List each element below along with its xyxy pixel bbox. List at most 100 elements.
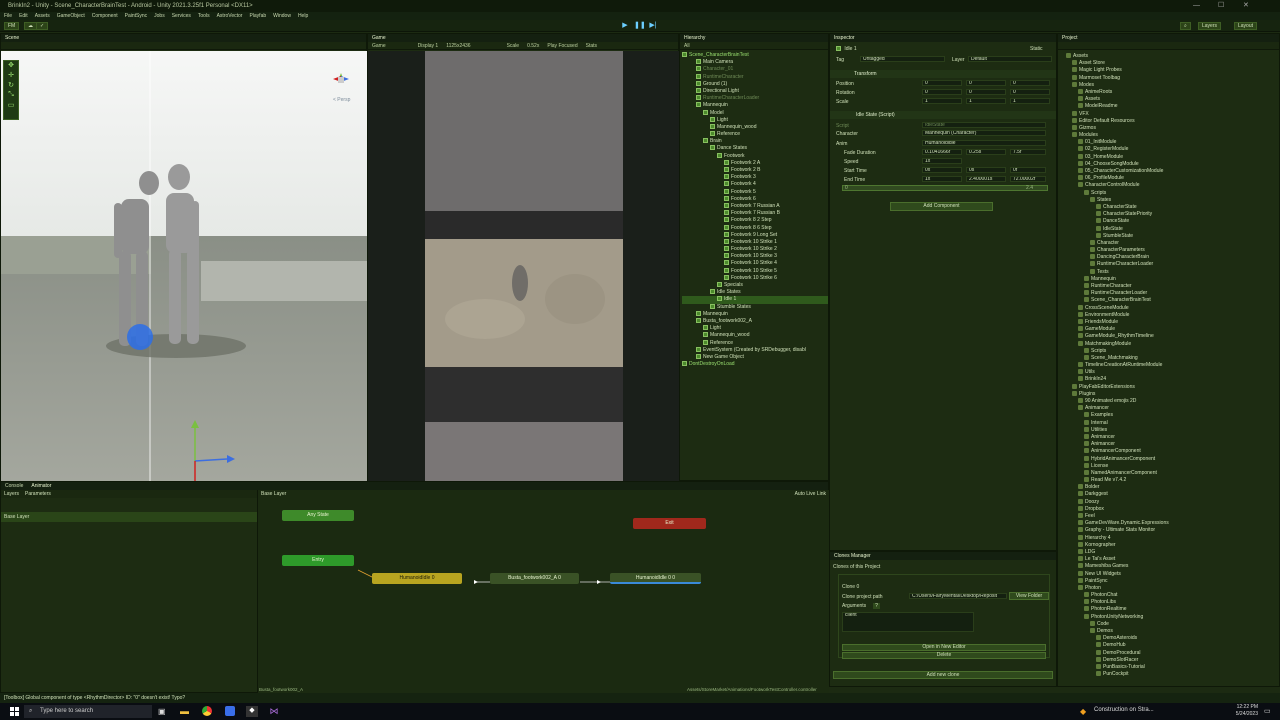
hierarchy-item[interactable]: Footwork 7 Russian A — [682, 202, 828, 210]
state-humanoididle-0-0[interactable]: HumanoidIdle 0 0 — [610, 573, 701, 584]
menu-astrovector[interactable]: AstroVector — [217, 12, 243, 20]
project-item[interactable]: Scripts — [1066, 347, 1278, 355]
project-item[interactable]: Internal — [1066, 419, 1278, 427]
tab-layers[interactable]: Layers — [4, 490, 19, 498]
project-item[interactable]: 04_ChooseSongModule — [1066, 160, 1278, 168]
project-item[interactable]: ModelReadme — [1066, 103, 1278, 110]
static-toggle[interactable]: Static — [1030, 46, 1043, 52]
project-item[interactable]: TimelineCreationAtRuntimeModule — [1066, 362, 1278, 369]
project-item[interactable]: CrossSceneModule — [1066, 304, 1278, 312]
script-header[interactable]: Idle State (Script) — [830, 111, 1056, 119]
project-item[interactable]: Code — [1066, 620, 1278, 628]
project-item[interactable]: VFX — [1066, 110, 1278, 118]
visual-studio-icon[interactable]: ⋈ — [268, 706, 280, 717]
hierarchy-item[interactable]: Busta_footwork002_A — [682, 317, 828, 325]
hierarchy-filter[interactable]: All — [684, 43, 690, 49]
hierarchy-item[interactable]: Footwork 3 — [682, 174, 828, 181]
play-button[interactable]: ▶ — [620, 22, 630, 30]
character-field[interactable]: Mannequin (Character) — [922, 130, 1046, 136]
project-item[interactable]: PhotonUnityNetworking — [1066, 613, 1278, 621]
project-item[interactable]: Hierarchy 4 — [1066, 534, 1278, 542]
hierarchy-item[interactable]: Footwork 4 — [682, 181, 828, 188]
hierarchy-item[interactable]: Reference — [682, 339, 828, 347]
tag-dropdown[interactable]: Untagged — [860, 56, 945, 62]
hierarchy-item[interactable]: Footwork 10 Strike 6 — [682, 274, 828, 282]
clone-path-field[interactable]: C:/Users/FairyMental/Desktop/Reposit — [909, 593, 1007, 599]
hierarchy-item[interactable]: Model — [682, 109, 828, 117]
time-range-slider[interactable]: 0 2.4 — [842, 185, 1048, 191]
project-item[interactable]: Plugins — [1066, 390, 1278, 398]
project-item[interactable]: Bolder — [1066, 484, 1278, 491]
project-item[interactable]: Animancer — [1066, 441, 1278, 448]
project-item[interactable]: 02_RegisterModule — [1066, 146, 1278, 153]
menu-assets[interactable]: Assets — [35, 12, 50, 20]
hierarchy-item[interactable]: Brain — [682, 138, 828, 145]
scale-tool-icon[interactable]: ⤡ — [4, 91, 18, 101]
project-item[interactable]: HybridAnimancerComponent — [1066, 455, 1278, 463]
taskbar-search[interactable]: ⌕ Type here to search — [24, 705, 152, 718]
tab-scene[interactable]: Scene — [5, 34, 19, 42]
state-humanoididle-0[interactable]: HumanoidIdle 0 — [372, 573, 462, 584]
hierarchy-item[interactable]: Light — [682, 325, 828, 332]
project-item[interactable]: DemoHub — [1066, 642, 1278, 649]
hand-tool-icon[interactable]: ✥ — [4, 61, 18, 71]
project-item[interactable]: Read Me v7.4.2 — [1066, 477, 1278, 484]
project-item[interactable]: Marmoset Toolbag — [1066, 74, 1278, 82]
hierarchy-item[interactable]: Character_01 — [682, 66, 828, 73]
account-button[interactable]: FM — [4, 22, 20, 30]
transform-scale-y[interactable]: 1 — [966, 98, 1006, 104]
close-window-button[interactable]: ✕ — [1243, 0, 1249, 12]
project-item[interactable]: Assets — [1066, 53, 1278, 60]
project-item[interactable]: 01_InitModule — [1066, 139, 1278, 146]
hierarchy-item[interactable]: Reference — [682, 131, 828, 138]
start-time-seconds[interactable]: 0s — [966, 167, 1006, 173]
hierarchy-item[interactable]: Ground (1) — [682, 80, 828, 88]
tab-hierarchy[interactable]: Hierarchy — [684, 34, 705, 42]
hierarchy-item[interactable]: Footwork 8 2 Step — [682, 217, 828, 224]
project-item[interactable]: RuntimeCharacterLoader — [1066, 261, 1278, 268]
display-dropdown[interactable]: Display 1 — [418, 42, 439, 49]
hierarchy-item[interactable]: Footwork 5 — [682, 188, 828, 196]
menu-gameobject[interactable]: GameObject — [57, 12, 85, 20]
tab-inspector[interactable]: Inspector — [834, 34, 855, 42]
hierarchy-item[interactable]: Mannequin — [682, 102, 828, 109]
hierarchy-item[interactable]: Specials — [682, 282, 828, 289]
project-item[interactable]: 05_CharacterCustomizationModule — [1066, 168, 1278, 175]
transform-header[interactable]: Transform — [830, 70, 1056, 78]
menu-edit[interactable]: Edit — [19, 12, 28, 20]
project-item[interactable]: RuntimeCharacter — [1066, 283, 1278, 290]
project-item[interactable]: Modules — [1066, 132, 1278, 139]
pause-button[interactable]: ❚❚ — [634, 22, 646, 30]
project-item[interactable]: Assets — [1066, 96, 1278, 103]
scale-value[interactable]: 0.52x — [527, 42, 539, 49]
object-name-field[interactable]: Idle 1 — [844, 46, 856, 52]
hierarchy-item[interactable]: Footwork 7 Russian B — [682, 210, 828, 217]
project-item[interactable]: Feel — [1066, 513, 1278, 520]
transform-rotation-z[interactable]: 0 — [1010, 89, 1050, 95]
project-item[interactable]: Kornographer — [1066, 541, 1278, 549]
project-item[interactable]: LDG — [1066, 548, 1278, 556]
selection-sphere[interactable] — [127, 324, 153, 350]
hierarchy-item[interactable]: Dance States — [682, 145, 828, 152]
help-icon[interactable]: ? — [873, 603, 880, 609]
project-item[interactable]: Utilities — [1066, 426, 1278, 434]
rect-tool-icon[interactable]: ▭ — [4, 101, 18, 111]
project-item[interactable]: 90 Animated emojis 2D — [1066, 398, 1278, 405]
entry-node[interactable]: Entry — [282, 555, 354, 566]
fade-duration-frames[interactable]: 7.5f — [1010, 149, 1046, 155]
project-item[interactable]: Doozy — [1066, 498, 1278, 506]
project-item[interactable]: StumbleState — [1066, 232, 1278, 240]
taskbar-time[interactable]: 12:22 PM — [1228, 704, 1258, 710]
start-time-frames[interactable]: 0f — [1010, 167, 1046, 173]
project-item[interactable]: GameModule — [1066, 326, 1278, 333]
fade-duration-normalized[interactable]: 0.1041666r — [922, 149, 962, 155]
transform-position-y[interactable]: 0 — [966, 80, 1006, 86]
open-new-editor-button[interactable]: Open in New Editor — [842, 644, 1046, 651]
project-item[interactable]: Modes — [1066, 81, 1278, 89]
project-item[interactable]: Utils — [1066, 369, 1278, 376]
project-item[interactable]: IdleState — [1066, 225, 1278, 233]
hierarchy-search[interactable]: All — [680, 42, 828, 50]
hierarchy-item[interactable]: Footwork 9 Long Set — [682, 231, 828, 239]
hierarchy-item[interactable]: Footwork 10 Strike 5 — [682, 267, 828, 275]
project-item[interactable]: Mameshiba Games — [1066, 563, 1278, 570]
